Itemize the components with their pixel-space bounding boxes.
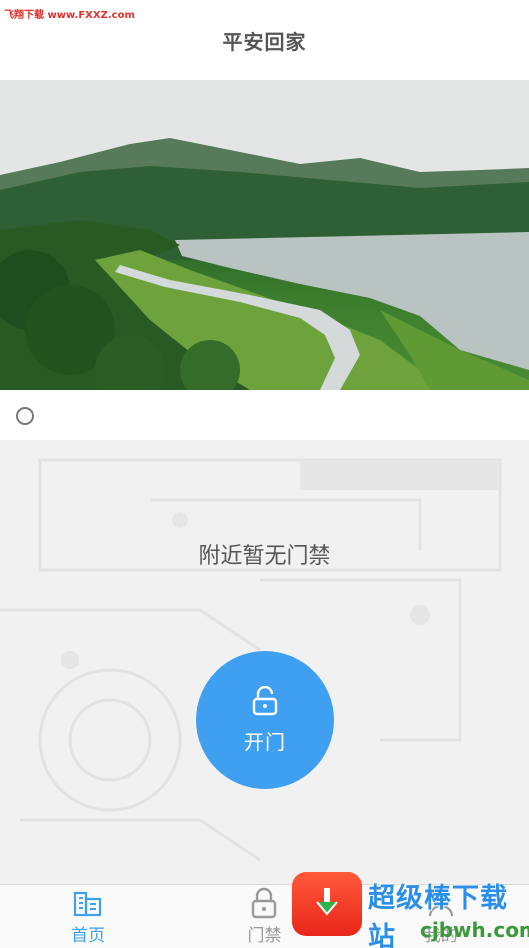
- watermark-url: cjbwh.com: [420, 918, 529, 942]
- landscape-image: [0, 80, 529, 390]
- open-door-button[interactable]: 开门: [196, 651, 334, 789]
- carousel-dot[interactable]: [16, 407, 34, 425]
- unlock-icon: [252, 685, 278, 715]
- open-door-label: 开门: [244, 729, 286, 754]
- lock-icon: [252, 887, 277, 919]
- banner-image[interactable]: [0, 80, 529, 390]
- tab-home-label: 首页: [71, 926, 106, 946]
- tab-door-access-label: 门禁: [247, 926, 282, 946]
- empty-state-message: 附近暂无门禁: [198, 544, 331, 569]
- download-arrow-icon: [316, 888, 338, 916]
- carousel-indicator-row: [0, 390, 529, 440]
- door-access-panel: 附近暂无门禁 开门: [0, 440, 529, 884]
- watermark-logo: [292, 872, 362, 936]
- page-title: 平安回家: [222, 29, 307, 54]
- tab-home[interactable]: 首页: [0, 885, 176, 948]
- watermark-top-text: 飞翔下载 www.FXXZ.com: [4, 10, 135, 21]
- building-icon: [74, 891, 102, 917]
